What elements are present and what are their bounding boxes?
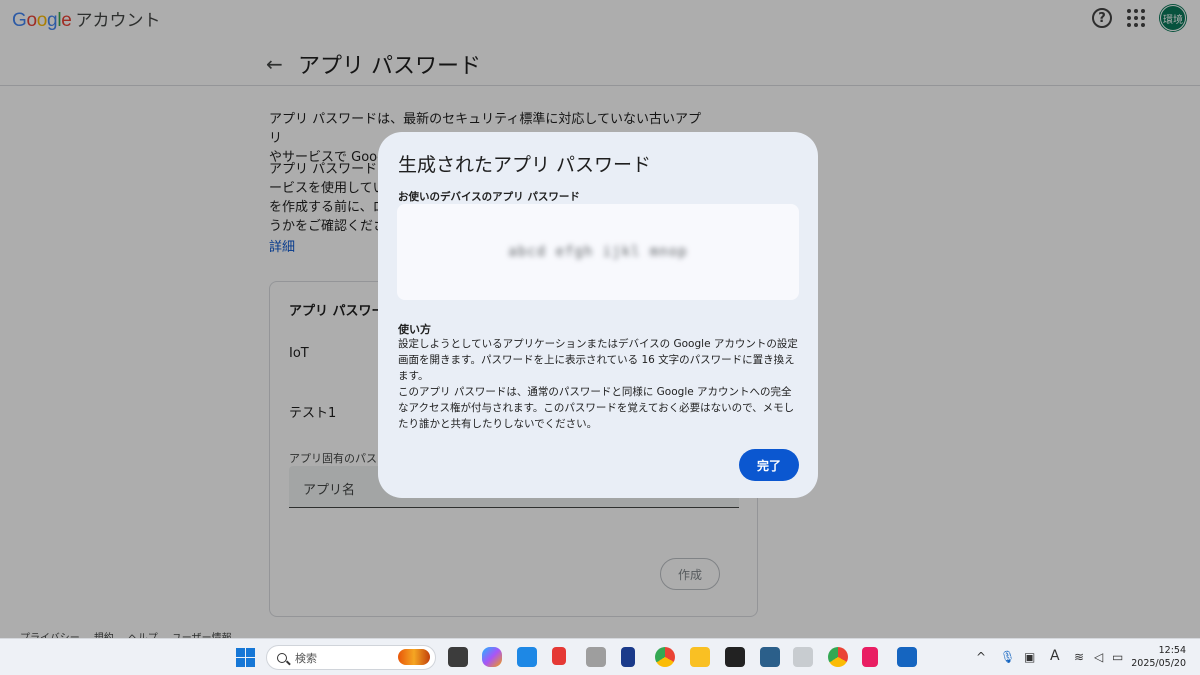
howto-title: 使い方 (398, 323, 431, 336)
howto-text: 設定しようとしているアプリケーションまたはデバイスの Google アカウントの… (398, 336, 800, 432)
sticky-notes-icon[interactable] (725, 647, 745, 667)
search-icon (277, 652, 287, 663)
r-app-icon[interactable] (621, 647, 635, 667)
chevron-up-icon[interactable]: ^ (976, 650, 986, 664)
app-window-icon[interactable] (793, 647, 813, 667)
task-view-icon[interactable] (448, 647, 468, 667)
dialog-title: 生成されたアプリ パスワード (398, 154, 652, 176)
done-button[interactable]: 完了 (739, 449, 799, 481)
ime-indicator[interactable]: A (1050, 648, 1060, 664)
camera-icon[interactable]: ▣ (1024, 650, 1035, 664)
dialog-subtitle: お使いのデバイスのアプリ パスワード (398, 191, 580, 203)
copilot-icon[interactable] (482, 647, 502, 667)
generated-password: abcd efgh ijkl mnop (508, 244, 688, 260)
password-box: abcd efgh ijkl mnop (397, 204, 799, 300)
chrome-icon[interactable] (655, 647, 675, 667)
search-highlight-icon[interactable] (398, 649, 430, 665)
windows-start-icon[interactable] (236, 648, 255, 667)
clock[interactable]: 12:54 2025/05/20 (1131, 644, 1186, 670)
photos-icon[interactable] (897, 647, 917, 667)
clock-time: 12:54 (1158, 645, 1186, 656)
battery-icon[interactable]: ▭ (1112, 650, 1123, 664)
microphone-icon[interactable]: 🎙 (1000, 650, 1015, 664)
speaker-icon[interactable]: ◁ (1094, 650, 1103, 664)
wifi-icon[interactable]: ≋ (1074, 650, 1084, 664)
taskbar: 検索 ^ 🎙 ▣ A ≋ ◁ ▭ 12:54 2025/05/20 (0, 638, 1200, 675)
howto-paragraph: このアプリ パスワードは、通常のパスワードと同様に Google アカウントへの… (398, 386, 795, 430)
generated-password-dialog: 生成されたアプリ パスワード お使いのデバイスのアプリ パスワード abcd e… (378, 132, 818, 498)
file-explorer-icon[interactable] (690, 647, 710, 667)
search-placeholder: 検索 (295, 651, 317, 665)
howto-paragraph: 設定しようとしているアプリケーションまたはデバイスの Google アカウントの… (398, 338, 798, 382)
chrome-profile-icon[interactable] (828, 647, 848, 667)
cursor-icon[interactable] (586, 647, 606, 667)
terminal-icon[interactable] (760, 647, 780, 667)
notebook-icon[interactable] (862, 647, 878, 667)
clock-date: 2025/05/20 (1131, 658, 1186, 669)
vscode-icon[interactable] (517, 647, 537, 667)
snipping-tool-icon[interactable] (552, 647, 566, 665)
